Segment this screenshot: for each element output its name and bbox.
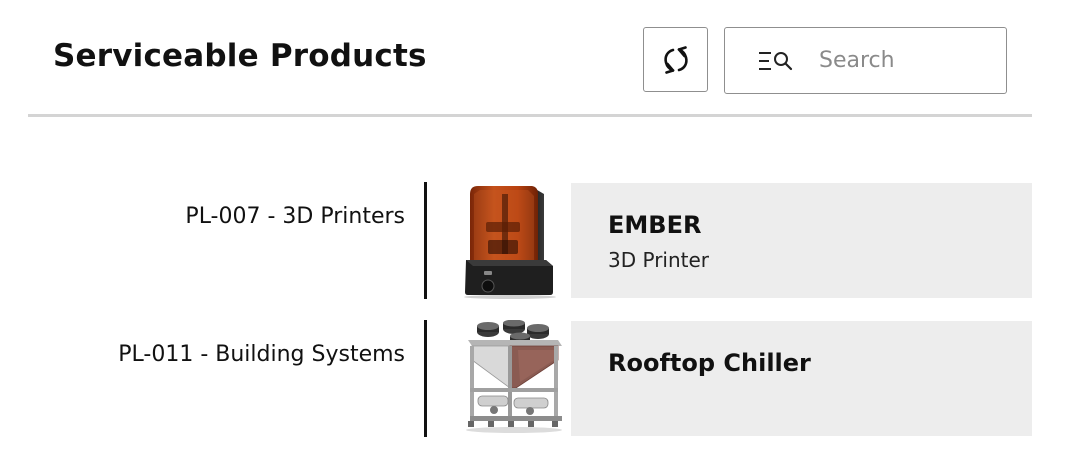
search-box[interactable] <box>724 27 1007 94</box>
product-card[interactable]: EMBER 3D Printer <box>571 183 1032 298</box>
3d-printer-image <box>464 186 556 299</box>
header-divider <box>28 114 1032 117</box>
group-divider <box>424 182 427 299</box>
refresh-icon <box>663 45 688 74</box>
refresh-button[interactable] <box>643 27 708 92</box>
product-card[interactable]: Rooftop Chiller <box>571 321 1032 436</box>
product-name: EMBER <box>608 211 702 239</box>
group-label: PL-007 - 3D Printers <box>185 204 405 229</box>
product-name: Rooftop Chiller <box>608 349 811 377</box>
group-divider <box>424 320 427 437</box>
rooftop-chiller-image <box>466 320 562 433</box>
page-title: Serviceable Products <box>53 38 427 74</box>
product-subtitle: 3D Printer <box>608 248 710 272</box>
product-group: PL-011 - Building Systems Rooftop Chille… <box>0 320 1066 437</box>
serviceable-products-page: Serviceable Products PL-007 - 3D Printer… <box>0 0 1066 474</box>
group-label: PL-011 - Building Systems <box>118 342 405 367</box>
search-input[interactable] <box>819 42 989 78</box>
filter-search-icon <box>759 52 793 71</box>
product-group: PL-007 - 3D Printers EMBER 3D Printer <box>0 182 1066 299</box>
